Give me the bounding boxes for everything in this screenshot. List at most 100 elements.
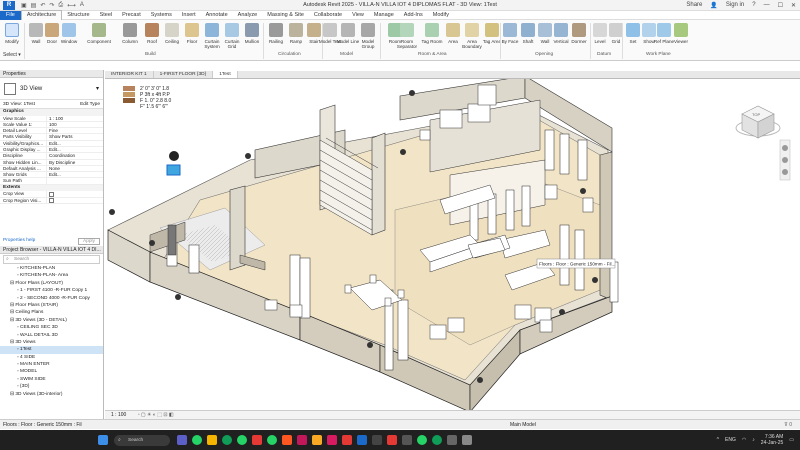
filter-icon[interactable]: ⊽ 0 bbox=[784, 420, 792, 430]
browser-item[interactable]: ⊟ 3D Views bbox=[0, 339, 103, 346]
property-value[interactable]: By Discipline bbox=[46, 159, 103, 165]
viewer-button[interactable]: Viewer bbox=[669, 23, 693, 44]
close-button[interactable]: ✕ bbox=[791, 2, 796, 9]
browser-item[interactable]: ▫ {3D} bbox=[0, 383, 103, 390]
start-icon[interactable] bbox=[97, 435, 108, 445]
whatsapp-2-icon[interactable] bbox=[236, 435, 247, 445]
mullion-button[interactable]: Mullion bbox=[240, 23, 264, 44]
file-explorer-icon[interactable] bbox=[206, 435, 217, 445]
settings-icon[interactable] bbox=[446, 435, 457, 445]
browser-item[interactable]: ▫ MODEL bbox=[0, 368, 103, 375]
browser-item[interactable]: ▫ SWIM SIDE bbox=[0, 376, 103, 383]
measure-icon[interactable]: ⟷ bbox=[67, 2, 76, 9]
component-button[interactable]: Component bbox=[84, 23, 114, 44]
select-dropdown[interactable]: Select ▾ bbox=[0, 51, 110, 60]
signin-button[interactable]: Sign in bbox=[726, 2, 744, 8]
browser-item[interactable]: ▫ KITCHEN-PLAN- Area bbox=[0, 272, 103, 279]
property-value[interactable]: Show Parts bbox=[46, 134, 103, 140]
redo-icon[interactable]: ↷ bbox=[49, 2, 54, 9]
chevron-up-icon[interactable]: ^ bbox=[717, 437, 719, 443]
edit-type-button[interactable]: Edit Type bbox=[80, 100, 103, 108]
browser-item[interactable]: ⊟ Floor Plans (STAIR) bbox=[0, 302, 103, 309]
print-icon[interactable]: ⎙ bbox=[58, 2, 63, 9]
tab-1test[interactable]: 1Test bbox=[213, 71, 238, 78]
window-button[interactable]: Window bbox=[57, 23, 81, 44]
user-icon[interactable]: 👤 bbox=[710, 2, 717, 9]
chrome-2-icon[interactable] bbox=[431, 435, 442, 445]
minimize-button[interactable]: — bbox=[764, 2, 770, 8]
acrobat-icon[interactable] bbox=[341, 435, 352, 445]
extent-row[interactable]: Crop Region Visi... bbox=[0, 197, 103, 204]
browser-item[interactable]: ▫ MAIN ENTER bbox=[0, 361, 103, 368]
property-value[interactable] bbox=[46, 178, 103, 184]
volume-icon[interactable]: ♪ bbox=[752, 437, 755, 443]
property-value[interactable]: Edit... bbox=[46, 140, 103, 146]
modify-button[interactable]: Modify bbox=[0, 23, 24, 44]
whatsapp-icon[interactable] bbox=[191, 435, 202, 445]
tab-annotate[interactable]: Annotate bbox=[201, 11, 233, 20]
share-button[interactable]: Share bbox=[686, 2, 702, 8]
model-group-button[interactable]: Model Group bbox=[356, 23, 380, 49]
save-icon[interactable]: ▤ bbox=[31, 2, 37, 9]
text-icon[interactable]: A bbox=[80, 2, 84, 9]
app-gray-icon[interactable] bbox=[401, 435, 412, 445]
whatsapp-3-icon[interactable] bbox=[266, 435, 277, 445]
browser-item[interactable]: ▫ 2 - SECOND 4000 -R-FUR Copy bbox=[0, 295, 103, 302]
property-value[interactable]: Coordination bbox=[46, 153, 103, 159]
tab-steel[interactable]: Steel bbox=[95, 11, 118, 20]
browser-item[interactable]: ▫ 4 SIDE bbox=[0, 354, 103, 361]
revit-logo[interactable]: R bbox=[3, 0, 15, 10]
autocad-icon[interactable] bbox=[386, 435, 397, 445]
view-controls-icons[interactable]: ▫ ▢ ☀ ◐ ⬚ ⊡ ◧ bbox=[138, 412, 174, 418]
property-value[interactable]: Fine bbox=[46, 128, 103, 134]
undo-icon[interactable]: ↶ bbox=[40, 2, 45, 9]
browser-item[interactable]: ⊟ 3D Views (3D - DETAIL) bbox=[0, 317, 103, 324]
tab-view[interactable]: View bbox=[347, 11, 369, 20]
maximize-button[interactable]: ☐ bbox=[778, 2, 783, 9]
clock[interactable]: 7:36 AM 24-Jan-25 bbox=[761, 434, 784, 446]
browser-item[interactable]: ⊟ Ceiling Plans bbox=[0, 309, 103, 316]
whatsapp-4-icon[interactable] bbox=[416, 435, 427, 445]
tab-first-floor-3d[interactable]: 1-FIRST FLOOR {3D} bbox=[154, 71, 214, 78]
property-value[interactable]: 1 : 100 bbox=[46, 115, 103, 121]
app-pink-icon[interactable] bbox=[296, 435, 307, 445]
app-red-icon[interactable] bbox=[251, 435, 262, 445]
tab-manage[interactable]: Manage bbox=[369, 11, 399, 20]
tab-structure[interactable]: Structure bbox=[62, 11, 94, 20]
browser-item[interactable]: ⊟ 3D Views (3D-interior) bbox=[0, 391, 103, 398]
browser-item[interactable]: ⊟ Floor Plans (LAYOUT) bbox=[0, 280, 103, 287]
app-misc-icon[interactable] bbox=[461, 435, 472, 445]
open-icon[interactable]: ▣ bbox=[21, 2, 27, 9]
property-value[interactable]: None bbox=[46, 165, 103, 172]
language-indicator[interactable]: ENG bbox=[725, 437, 736, 443]
column-button[interactable]: Column bbox=[118, 23, 142, 44]
tab-interior-kit[interactable]: INTERIOR KIT 1 bbox=[105, 71, 154, 78]
model-3d-drawing[interactable]: 2' 0" 3' 0" 1.8 P 3ft x 4ft P.P F 1. 0" … bbox=[105, 79, 800, 410]
notification-icon[interactable]: ▭ bbox=[789, 437, 794, 443]
app-bc-icon[interactable] bbox=[371, 435, 382, 445]
chrome-icon[interactable] bbox=[221, 435, 232, 445]
property-value[interactable]: Edit... bbox=[46, 172, 103, 178]
browser-item[interactable]: ▫ KITCHEN-PLAN bbox=[0, 265, 103, 272]
tab-insert[interactable]: Insert bbox=[177, 11, 201, 20]
view-scale[interactable]: 1 : 100 bbox=[111, 412, 126, 418]
type-selector-value[interactable]: 3D View: 1Test bbox=[0, 100, 80, 108]
type-selector[interactable]: 3D View ▾ bbox=[0, 78, 103, 100]
teams-icon[interactable] bbox=[176, 435, 187, 445]
app-magenta-icon[interactable] bbox=[326, 435, 337, 445]
property-value[interactable]: 100 bbox=[46, 121, 103, 128]
room-separator-button[interactable]: Room Separator bbox=[393, 23, 421, 49]
checkbox[interactable] bbox=[46, 197, 103, 203]
tab-collaborate[interactable]: Collaborate bbox=[309, 11, 347, 20]
tab-add-ins[interactable]: Add-Ins bbox=[399, 11, 428, 20]
tab-precast[interactable]: Precast bbox=[117, 11, 146, 20]
3d-viewport[interactable]: 2' 0" 3' 0" 1.8 P 3ft x 4ft P.P F 1. 0" … bbox=[105, 79, 800, 410]
tab-massing-site[interactable]: Massing & Site bbox=[262, 11, 309, 20]
tab-analyze[interactable]: Analyze bbox=[233, 11, 263, 20]
wifi-icon[interactable]: ◠ bbox=[742, 437, 746, 443]
main-model-selector[interactable]: Main Model bbox=[510, 420, 536, 430]
tab-systems[interactable]: Systems bbox=[146, 11, 177, 20]
chevron-down-icon[interactable]: ▾ bbox=[96, 85, 99, 92]
help-button[interactable]: ? bbox=[752, 2, 755, 8]
properties-help-link[interactable]: Properties help bbox=[3, 238, 35, 245]
